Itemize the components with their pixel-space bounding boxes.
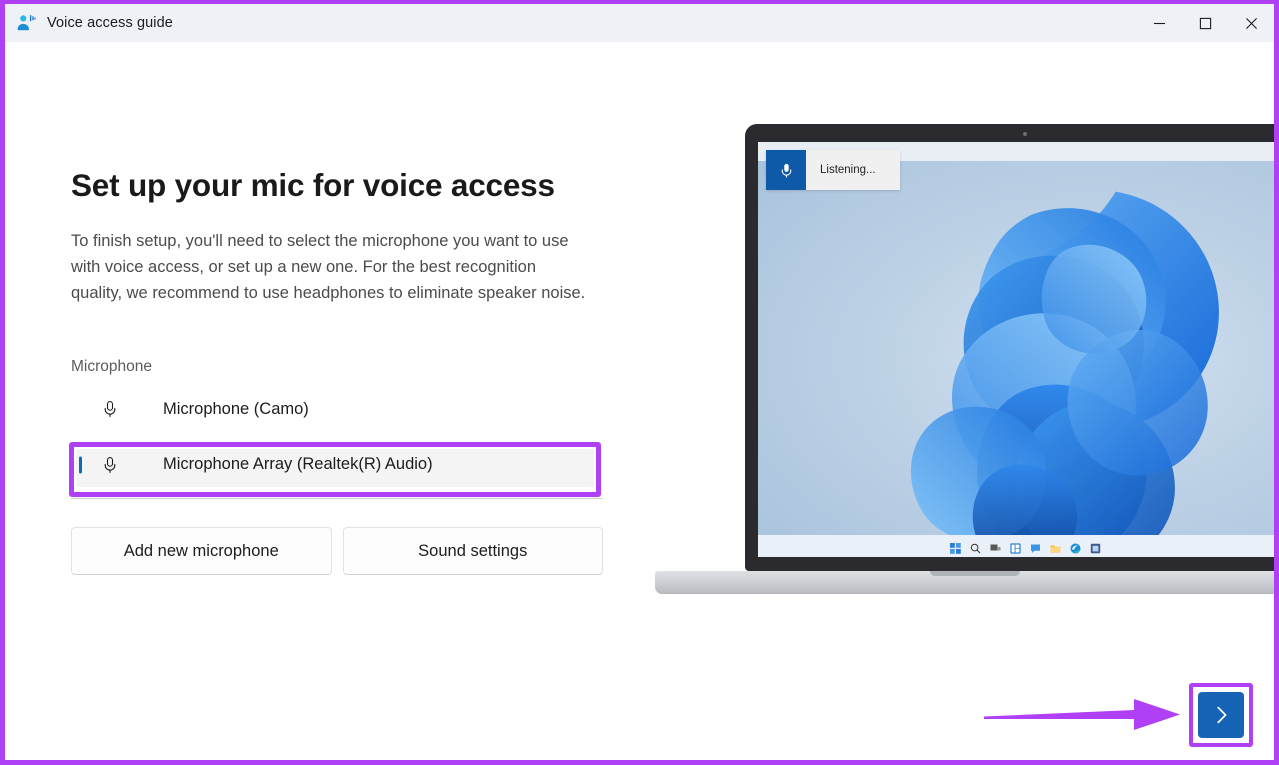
- windows-bloom-wallpaper-icon: [833, 163, 1274, 545]
- maximize-button[interactable]: [1182, 4, 1228, 42]
- microphone-option-camo[interactable]: Microphone (Camo): [71, 388, 599, 430]
- windows-taskbar: [758, 535, 1274, 557]
- microphone-icon: [99, 454, 121, 476]
- minimize-button[interactable]: [1136, 4, 1182, 42]
- voice-access-person-icon: [16, 13, 36, 33]
- edge-icon[interactable]: [1070, 541, 1081, 553]
- maximize-icon: [1199, 17, 1211, 29]
- microphone-section-label: Microphone: [71, 358, 152, 376]
- store-icon[interactable]: [1090, 541, 1101, 553]
- selected-accent-bar: [79, 456, 82, 474]
- content-area: Listening... Set up your mic for voice a…: [5, 42, 1274, 760]
- laptop-webcam-icon: [1023, 132, 1027, 136]
- laptop-lid: Listening...: [745, 124, 1274, 571]
- voice-access-mic-button[interactable]: [766, 150, 806, 190]
- microphone-icon: [99, 398, 121, 420]
- microphone-option-label: Microphone (Camo): [163, 399, 309, 418]
- microphone-option-realtek-wrapper: Microphone Array (Realtek(R) Audio): [69, 442, 601, 498]
- search-icon[interactable]: [970, 541, 981, 553]
- sound-settings-button[interactable]: Sound settings: [342, 527, 603, 576]
- list-divider: [71, 498, 603, 500]
- task-view-icon[interactable]: [990, 541, 1001, 552]
- start-icon[interactable]: [949, 541, 961, 554]
- add-new-microphone-button[interactable]: Add new microphone: [71, 527, 332, 576]
- laptop-screen: Listening...: [758, 142, 1274, 557]
- titlebar: Voice access guide: [5, 4, 1274, 42]
- microphone-option-realtek[interactable]: Microphone Array (Realtek(R) Audio): [71, 442, 599, 488]
- minimize-icon: [1153, 22, 1165, 24]
- next-button[interactable]: [1198, 692, 1244, 738]
- chat-icon[interactable]: [1030, 541, 1041, 553]
- window-title: Voice access guide: [47, 15, 173, 31]
- titlebar-drag-region[interactable]: Voice access guide: [5, 4, 1136, 42]
- right-arrow-annotation: [984, 696, 1184, 732]
- app-window: Voice access guide Listening... Set up y…: [0, 0, 1279, 765]
- microphone-actions: Add new microphone Sound settings: [71, 527, 603, 576]
- microphone-filled-icon: [781, 163, 791, 178]
- setup-panel: Set up your mic for voice access To fini…: [69, 167, 606, 576]
- voice-access-status-bar: Listening...: [766, 150, 900, 190]
- widgets-icon[interactable]: [1009, 541, 1021, 554]
- microphone-option-label: Microphone Array (Realtek(R) Audio): [163, 455, 433, 474]
- microphone-list: Microphone (Camo) Microphone Array (Real…: [69, 388, 601, 498]
- close-button[interactable]: [1228, 4, 1274, 42]
- laptop-base-notch: [930, 571, 1020, 576]
- voice-access-status-text: Listening...: [820, 164, 876, 176]
- page-title: Set up your mic for voice access: [71, 167, 555, 203]
- close-icon: [1245, 17, 1257, 29]
- laptop-illustration: Listening...: [655, 124, 1274, 594]
- file-explorer-icon[interactable]: [1050, 541, 1061, 552]
- chevron-right-icon: [1217, 706, 1227, 724]
- laptop-base: [655, 571, 1274, 594]
- page-description: To finish setup, you'll need to select t…: [71, 232, 586, 302]
